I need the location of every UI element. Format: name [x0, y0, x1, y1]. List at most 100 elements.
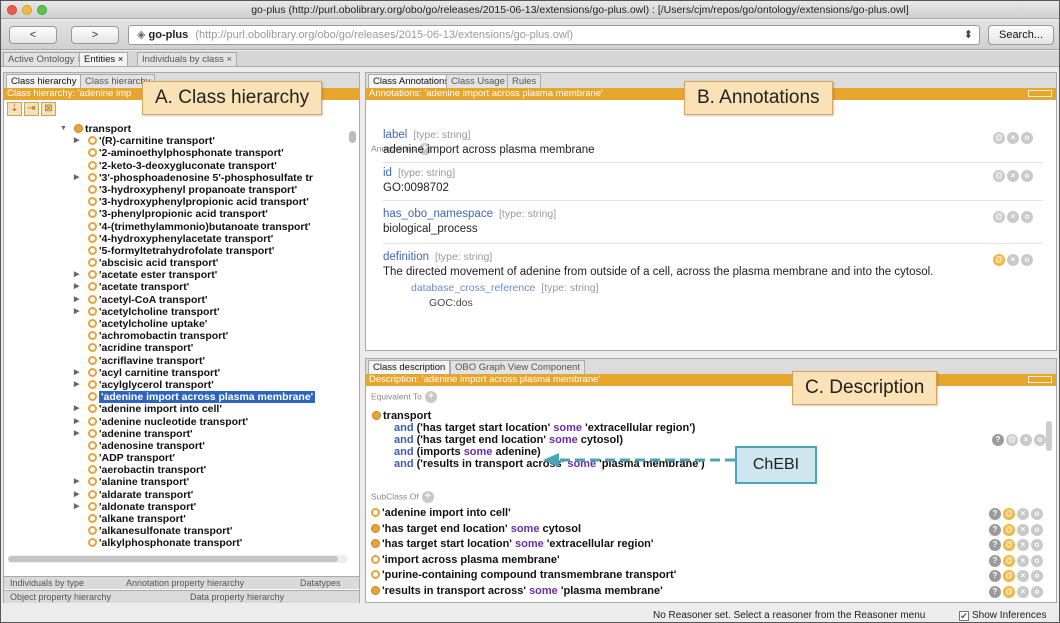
- dropdown-icon[interactable]: ⬍: [964, 26, 973, 44]
- minimize-window-icon[interactable]: [22, 5, 32, 15]
- expand-arrow-icon[interactable]: ▶: [74, 476, 79, 488]
- edit-icon[interactable]: o: [1021, 211, 1033, 223]
- tree-node[interactable]: '4-(trimethylammonio)butanoate transport…: [4, 221, 349, 233]
- tree-node[interactable]: ▶ 'alanine transport': [4, 476, 349, 488]
- tree-node[interactable]: 'acetylcholine uptake': [4, 318, 349, 330]
- tab-class-description[interactable]: Class description: [368, 360, 451, 374]
- panel-options-icon[interactable]: [1028, 376, 1052, 383]
- delete-icon[interactable]: ×: [1007, 211, 1019, 223]
- tree-node[interactable]: ▶ 'acyl carnitine transport': [4, 367, 349, 379]
- expand-arrow-icon[interactable]: ▶: [74, 501, 79, 513]
- forward-button[interactable]: >: [71, 26, 119, 44]
- collapse-arrow-icon[interactable]: ▼: [60, 123, 67, 135]
- annotate-icon[interactable]: @: [993, 211, 1005, 223]
- delete-icon[interactable]: ×: [1017, 554, 1029, 567]
- superclass-row[interactable]: 'has target start location' some 'extrac…: [371, 538, 1051, 551]
- superclass-row[interactable]: 'import across plasma membrane'? @ × o: [371, 554, 1051, 567]
- explain-icon[interactable]: ?: [989, 554, 1001, 567]
- tree-node[interactable]: ▶ 'aldonate transport': [4, 501, 349, 513]
- close-window-icon[interactable]: [7, 5, 17, 15]
- expand-arrow-icon[interactable]: ▶: [74, 379, 79, 391]
- annotate-icon[interactable]: @: [1003, 508, 1015, 520]
- edit-icon[interactable]: o: [1031, 554, 1043, 567]
- explain-icon[interactable]: ?: [989, 508, 1001, 520]
- expand-arrow-icon[interactable]: ▶: [74, 269, 79, 281]
- delete-icon[interactable]: ×: [1007, 254, 1019, 266]
- delete-icon[interactable]: ×: [1007, 170, 1019, 182]
- tree-node[interactable]: ▶ 'acetylcholine transport': [4, 306, 349, 318]
- annotate-icon[interactable]: @: [1006, 434, 1018, 446]
- tree-node[interactable]: 'abscisic acid transport': [4, 257, 349, 269]
- tree-node[interactable]: 'aerobactin transport': [4, 464, 349, 476]
- tree-node[interactable]: 'acridine transport': [4, 342, 349, 354]
- tab-data-property-hierarchy[interactable]: Data property hierarchy: [190, 592, 284, 602]
- delete-icon[interactable]: ×: [1017, 539, 1029, 551]
- annotate-icon[interactable]: @: [993, 170, 1005, 182]
- expand-arrow-icon[interactable]: ▶: [74, 172, 79, 184]
- tree-node[interactable]: ▶ 'acylglycerol transport': [4, 379, 349, 391]
- tab-entities[interactable]: Entities ×: [79, 52, 129, 66]
- description-scrollbar[interactable]: [1046, 421, 1052, 451]
- edit-icon[interactable]: o: [1031, 570, 1043, 582]
- back-button[interactable]: <: [9, 26, 57, 44]
- add-equivalent-icon[interactable]: +: [424, 391, 437, 403]
- expand-arrow-icon[interactable]: ▶: [74, 281, 79, 293]
- tree-node[interactable]: ▶ 'adenine nucleotide transport': [4, 416, 349, 428]
- delete-icon[interactable]: ×: [1017, 508, 1029, 520]
- add-superclass-icon[interactable]: +: [421, 491, 434, 503]
- annotation-key[interactable]: has_obo_namespace: [383, 208, 493, 220]
- tab-object-property-hierarchy[interactable]: Object property hierarchy: [10, 592, 111, 602]
- checkbox-icon[interactable]: ✔: [959, 611, 969, 621]
- annotation-key[interactable]: id: [383, 167, 392, 179]
- tree-node[interactable]: '3-phenylpropionic acid transport': [4, 208, 349, 220]
- edit-icon[interactable]: o: [1031, 585, 1043, 598]
- expand-arrow-icon[interactable]: ▶: [74, 367, 79, 379]
- tree-node[interactable]: ▶ '(R)-carnitine transport': [4, 135, 349, 147]
- tree-node[interactable]: '2-keto-3-deoxygluconate transport': [4, 160, 349, 172]
- panel-options-icon[interactable]: [1028, 90, 1052, 97]
- annotate-icon[interactable]: @: [1003, 554, 1015, 567]
- tree-node[interactable]: ▶ 'adenine transport': [4, 428, 349, 440]
- explain-icon[interactable]: ?: [989, 570, 1001, 582]
- tab-annotation-property-hierarchy[interactable]: Annotation property hierarchy: [126, 578, 244, 588]
- tree-node[interactable]: '3-hydroxyphenyl propanoate transport': [4, 184, 349, 196]
- tab-obo-graph-view[interactable]: OBO Graph View Component: [450, 360, 585, 374]
- expand-arrow-icon[interactable]: ▶: [74, 489, 79, 501]
- explain-icon[interactable]: ?: [992, 434, 1004, 446]
- expand-arrow-icon[interactable]: ▶: [74, 135, 79, 147]
- explain-icon[interactable]: ?: [989, 523, 1001, 536]
- search-button[interactable]: Search...: [988, 25, 1054, 45]
- nested-annotation-key[interactable]: database_cross_reference: [411, 282, 535, 294]
- delete-icon[interactable]: ×: [1020, 434, 1032, 446]
- annotate-icon[interactable]: @: [993, 254, 1005, 266]
- tree-vertical-scrollbar[interactable]: [349, 125, 356, 545]
- tab-individuals-by-type[interactable]: Individuals by type: [10, 578, 84, 588]
- add-sibling-icon[interactable]: ⇥: [24, 102, 39, 116]
- tab-datatypes[interactable]: Datatypes: [300, 578, 341, 588]
- tab-active-ontology[interactable]: Active Ontology ×: [3, 52, 88, 66]
- edit-icon[interactable]: o: [1031, 523, 1043, 536]
- tab-rules[interactable]: Rules: [507, 74, 542, 88]
- annotation-key[interactable]: definition: [383, 251, 429, 263]
- delete-icon[interactable]: ×: [1017, 570, 1029, 582]
- expand-arrow-icon[interactable]: ▶: [74, 428, 79, 440]
- expand-arrow-icon[interactable]: ▶: [74, 416, 79, 428]
- delete-class-icon[interactable]: ⊠: [41, 102, 56, 116]
- tree-horizontal-scrollbar[interactable]: [8, 555, 348, 563]
- edit-icon[interactable]: o: [1034, 434, 1046, 446]
- tree-node[interactable]: 'adenosine transport': [4, 440, 349, 452]
- tab-individuals-by-class[interactable]: Individuals by class ×: [137, 52, 238, 66]
- annotate-icon[interactable]: @: [993, 132, 1005, 144]
- tab-class-annotations[interactable]: Class Annotations: [368, 74, 455, 88]
- superclass-row[interactable]: 'results in transport across' some 'plas…: [371, 585, 1051, 598]
- zoom-window-icon[interactable]: [37, 5, 47, 15]
- delete-icon[interactable]: ×: [1007, 132, 1019, 144]
- edit-icon[interactable]: o: [1031, 508, 1043, 520]
- tree-node[interactable]: 'adenine import across plasma membrane': [4, 391, 349, 404]
- tree-node[interactable]: '3-hydroxyphenylpropionic acid transport…: [4, 196, 349, 208]
- tab-class-hierarchy[interactable]: Class hierarchy: [6, 74, 82, 88]
- edit-icon[interactable]: o: [1021, 254, 1033, 266]
- tree-node[interactable]: 'alkanesulfonate transport': [4, 525, 349, 537]
- tree-node[interactable]: ▶ 'acetate transport': [4, 281, 349, 293]
- tree-node[interactable]: '5-formyltetrahydrofolate transport': [4, 245, 349, 257]
